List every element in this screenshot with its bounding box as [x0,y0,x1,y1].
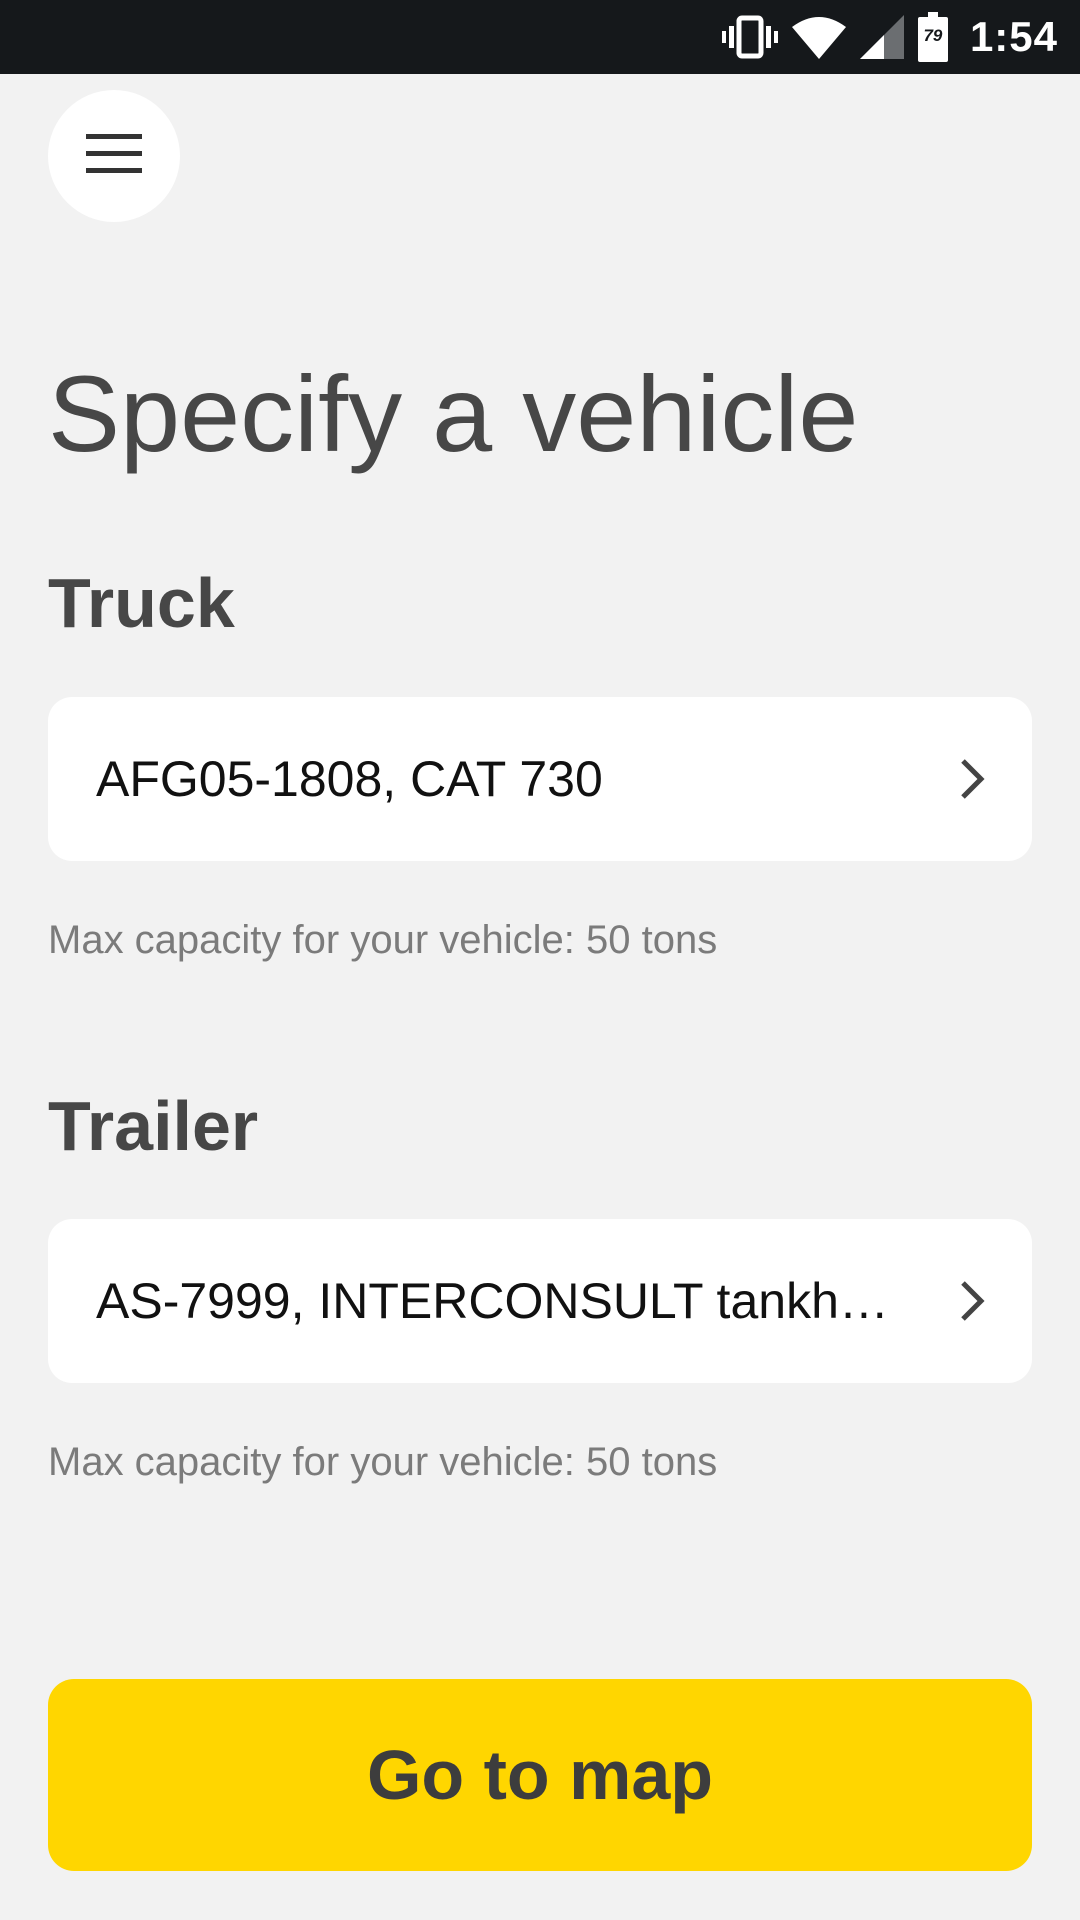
status-bar: 79 1:54 [0,0,1080,74]
truck-selector[interactable]: AFG05-1808, CAT 730 [48,697,1032,861]
menu-button[interactable] [48,90,180,222]
page-title: Specify a vehicle [48,353,859,474]
status-icons: 79 1:54 [721,0,1058,74]
hamburger-menu-icon [86,133,142,179]
chevron-right-icon [952,754,992,804]
status-time: 1:54 [969,13,1058,60]
chevron-right-icon [952,1276,992,1326]
trailer-capacity-note: Max capacity for your vehicle: 50 tons [48,1440,718,1484]
truck-capacity-note: Max capacity for your vehicle: 50 tons [48,918,718,962]
wifi-icon [791,15,846,59]
truck-heading: Truck [48,564,235,642]
cell-signal-icon [859,15,904,59]
trailer-value: AS-7999, INTERCONSULT tankhen… [96,1273,945,1329]
truck-value: AFG05-1808, CAT 730 [96,751,603,807]
trailer-selector[interactable]: AS-7999, INTERCONSULT tankhen… [48,1219,1032,1383]
battery-level: 79 [923,26,943,45]
go-to-map-button[interactable]: Go to map [48,1679,1032,1871]
vibrate-icon [721,15,778,59]
battery-icon: 79 [917,12,948,62]
trailer-heading: Trailer [48,1087,259,1165]
